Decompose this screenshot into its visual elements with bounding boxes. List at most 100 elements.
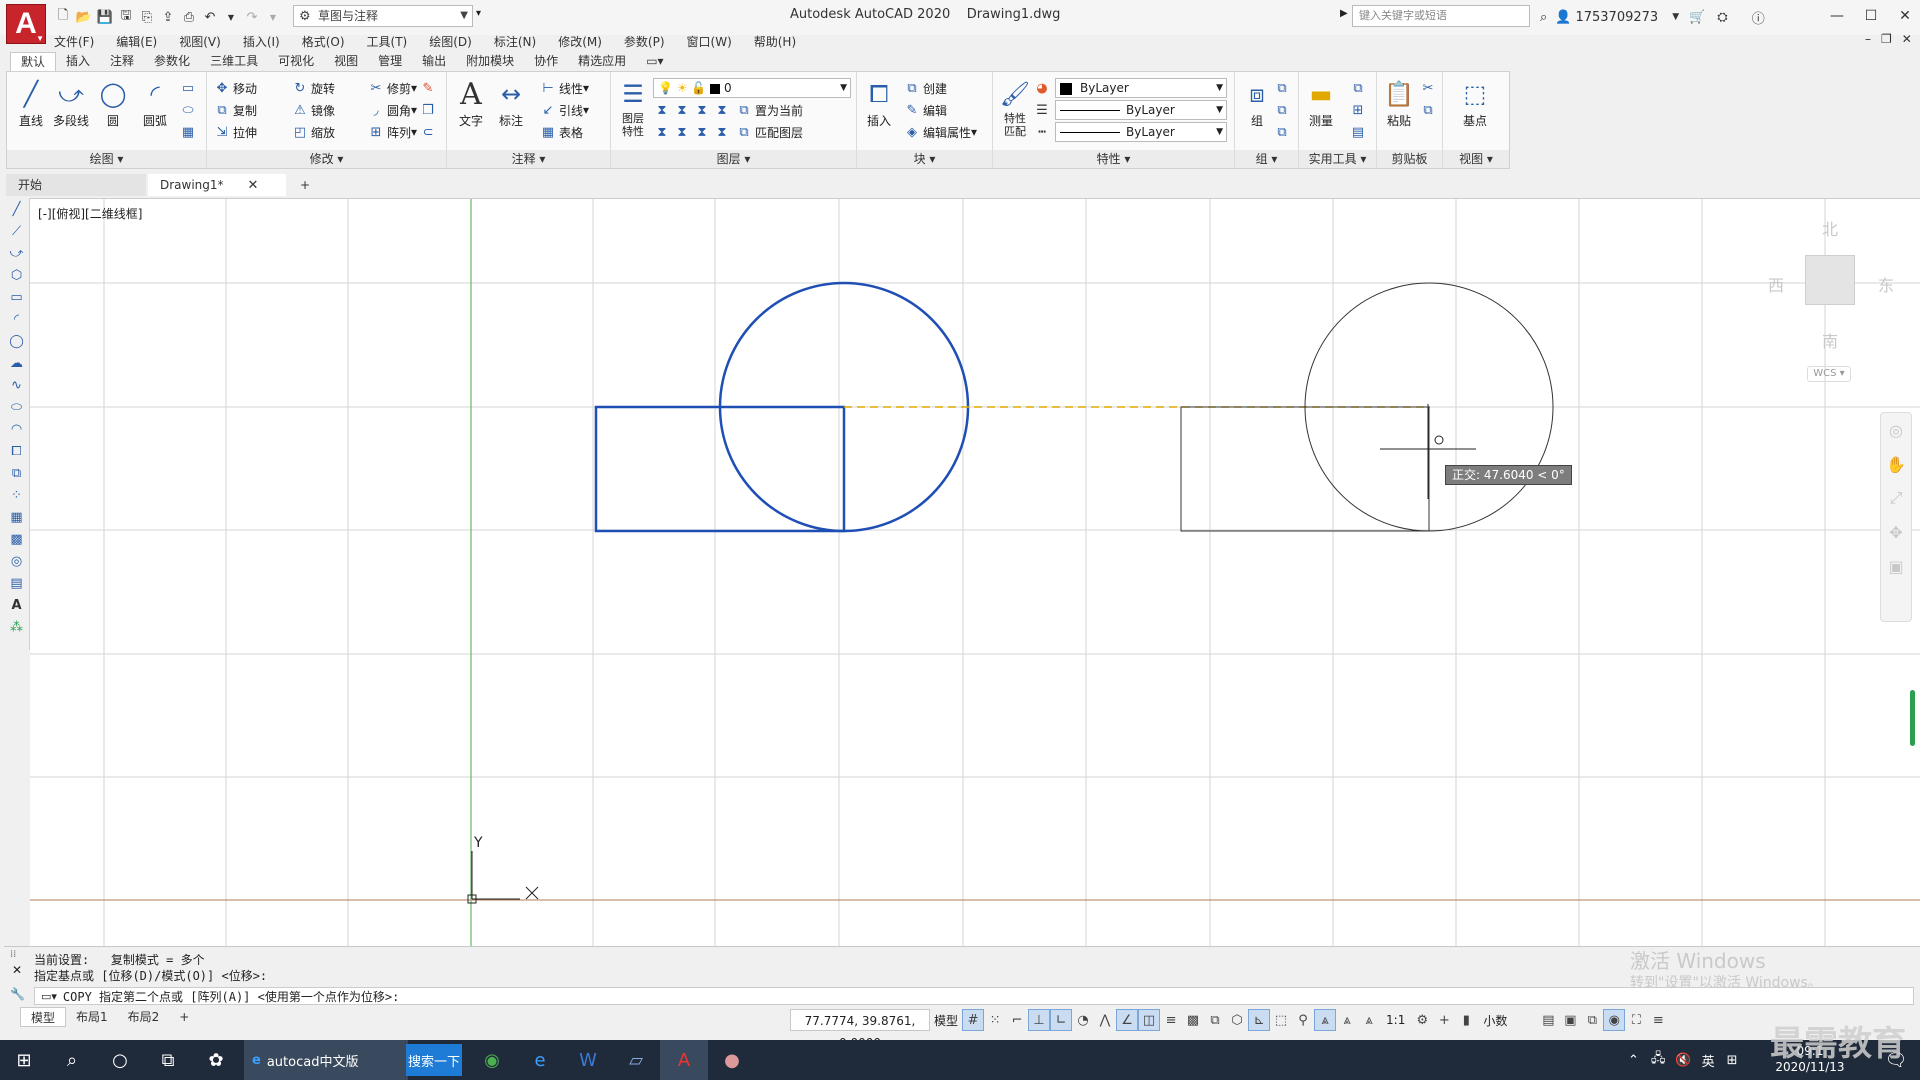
- make-current-button[interactable]: ⧉ 置为当前: [735, 100, 803, 120]
- model-space-toggle[interactable]: 模型: [934, 1012, 958, 1029]
- customize-qat-icon[interactable]: ▾: [476, 8, 481, 19]
- browser-360-icon[interactable]: ◉: [468, 1040, 516, 1080]
- tab-parametric[interactable]: 参数化: [144, 52, 200, 72]
- lock-ui-icon[interactable]: ▣: [1559, 1009, 1581, 1031]
- array-button[interactable]: ⊞ 阵列 ▾: [367, 122, 418, 142]
- keyboard-icon[interactable]: ⊞: [1727, 1053, 1738, 1068]
- annotation-scale[interactable]: 1:1: [1386, 1013, 1405, 1027]
- add-layout-button[interactable]: +: [169, 1007, 199, 1027]
- explode-button[interactable]: ❒: [419, 100, 439, 120]
- table-button[interactable]: ▦ 表格: [539, 122, 583, 142]
- table-icon[interactable]: ▤: [4, 572, 29, 594]
- group-edit-icon[interactable]: ⧉: [1273, 100, 1293, 120]
- coordinate-readout[interactable]: 77.7774, 39.8761, 0.0000: [790, 1009, 930, 1050]
- lineweight-icon[interactable]: ☰: [1033, 100, 1053, 120]
- save-icon[interactable]: 💾: [96, 8, 114, 26]
- wcs-menu[interactable]: WCS ▾: [1807, 366, 1851, 382]
- network-icon[interactable]: 🖧: [1651, 1049, 1666, 1071]
- redo-icon[interactable]: ↷: [243, 8, 261, 26]
- hatch-icon[interactable]: ▦: [4, 506, 29, 528]
- notepad-icon[interactable]: ▱: [612, 1040, 660, 1080]
- panel-title-modify[interactable]: 修改 ▾: [207, 150, 446, 168]
- menu-window[interactable]: 窗口(W): [687, 33, 732, 50]
- ungroup-icon[interactable]: ⧉: [1273, 78, 1293, 98]
- ellipse-icon[interactable]: ⬭: [4, 396, 29, 418]
- tab-insert[interactable]: 插入: [56, 52, 100, 72]
- ellipse-arc-icon[interactable]: ◠: [4, 418, 29, 440]
- cart-icon[interactable]: 🛒: [1689, 10, 1705, 25]
- polygon-icon[interactable]: ⬡: [4, 264, 29, 286]
- zoom-extents-icon[interactable]: ⤢: [1881, 481, 1911, 515]
- showmotion-icon[interactable]: ▣: [1881, 549, 1911, 583]
- gradient-icon[interactable]: ▩: [4, 528, 29, 550]
- rotate-button[interactable]: ↻ 旋转: [291, 78, 335, 98]
- menu-modify[interactable]: 修改(M): [558, 33, 602, 50]
- minimize-icon[interactable]: –: [1865, 32, 1871, 46]
- tab-manage[interactable]: 管理: [368, 52, 412, 72]
- dimension-button[interactable]: ↔ 标注: [491, 76, 531, 129]
- isodraft-icon[interactable]: ⋀: [1094, 1009, 1116, 1031]
- group-button[interactable]: ⧈ 组: [1237, 76, 1277, 129]
- ellipse-button[interactable]: ⬭: [179, 100, 199, 120]
- menu-parametric[interactable]: 参数(P): [624, 33, 665, 50]
- polyline-icon[interactable]: ⤻: [4, 242, 29, 264]
- edit-block-button[interactable]: ✎ 编辑: [903, 100, 947, 120]
- menu-edit[interactable]: 编辑(E): [116, 33, 157, 50]
- match-layer-button[interactable]: ⧉ 匹配图层: [735, 122, 803, 142]
- viewcube-top-face[interactable]: [1805, 255, 1855, 305]
- stretch-button[interactable]: ⇲ 拉伸: [213, 122, 257, 142]
- tab-3d-tools[interactable]: 三维工具: [200, 52, 268, 72]
- make-block-icon[interactable]: ⧉: [4, 462, 29, 484]
- linetype-icon[interactable]: ┅: [1033, 122, 1053, 142]
- panel-title-view[interactable]: 视图 ▾: [1443, 150, 1509, 168]
- clean-screen-icon[interactable]: ⛶: [1625, 1009, 1647, 1031]
- rectangle-button[interactable]: ▭: [179, 78, 199, 98]
- menu-insert[interactable]: 插入(I): [243, 33, 280, 50]
- object-snap-icon[interactable]: ◫: [1138, 1009, 1161, 1031]
- customize-icon[interactable]: ≡: [1647, 1009, 1669, 1031]
- create-block-button[interactable]: ⧉ 创建: [903, 78, 947, 98]
- ime-indicator[interactable]: 英: [1702, 1051, 1715, 1070]
- menu-view[interactable]: 视图(V): [179, 33, 221, 50]
- isolate-objects-icon[interactable]: ⧉: [1581, 1009, 1603, 1031]
- layer-tools-row1[interactable]: ⧗ ⧗ ⧗ ⧗: [653, 100, 733, 120]
- taskbar-search-button[interactable]: 搜索一下: [406, 1044, 462, 1076]
- erase-button[interactable]: ✎: [419, 78, 439, 98]
- auto-scale-icon[interactable]: ⩓: [1336, 1009, 1358, 1031]
- menu-format[interactable]: 格式(O): [302, 33, 345, 50]
- add-selected-icon[interactable]: ⁂: [4, 616, 29, 638]
- trim-button[interactable]: ✂ 修剪 ▾: [367, 78, 418, 98]
- tab-featured-apps[interactable]: 精选应用: [568, 52, 636, 72]
- line-icon[interactable]: ╱: [4, 198, 29, 220]
- quick-select-icon[interactable]: ⧉: [1349, 78, 1369, 98]
- panel-title-properties[interactable]: 特性 ▾: [993, 150, 1234, 168]
- close-icon[interactable]: ✕: [248, 178, 259, 193]
- app-avatar-icon[interactable]: ●: [708, 1040, 756, 1080]
- panel-title-block[interactable]: 块 ▾: [857, 150, 992, 168]
- web-open-icon[interactable]: ⎘: [138, 8, 156, 26]
- polar-tracking-icon[interactable]: ◔: [1072, 1009, 1094, 1031]
- scrollbar-thumb[interactable]: [1910, 690, 1915, 746]
- tab-collaborate[interactable]: 协作: [524, 52, 568, 72]
- group-select-icon[interactable]: ⧉: [1273, 122, 1293, 142]
- user-icon[interactable]: 👤: [1555, 10, 1571, 25]
- plus-icon[interactable]: +: [1433, 1009, 1455, 1031]
- viewcube[interactable]: 北 南 东 西 WCS ▾: [1760, 210, 1910, 390]
- windows-start-icon[interactable]: ⊞: [0, 1040, 48, 1080]
- tab-drawing1[interactable]: Drawing1* ✕: [148, 174, 286, 196]
- tab-annotate[interactable]: 注释: [100, 52, 144, 72]
- color-wheel-icon[interactable]: ◕: [1033, 78, 1053, 98]
- scale-button[interactable]: ◰ 缩放: [291, 122, 335, 142]
- help-icon[interactable]: ⓘ: [1752, 8, 1765, 27]
- autocad-taskbar-icon[interactable]: A: [660, 1040, 708, 1080]
- app-menu-button[interactable]: A ▼: [6, 4, 46, 44]
- snap-toggle-icon[interactable]: ⁙: [984, 1009, 1006, 1031]
- units-icon[interactable]: ▮: [1455, 1009, 1477, 1031]
- object-snap-tracking-icon[interactable]: ∠: [1116, 1009, 1139, 1031]
- tab-home[interactable]: 默认: [10, 52, 57, 72]
- redo-dropdown-icon[interactable]: ▼: [264, 8, 282, 26]
- quick-properties-icon[interactable]: ▤: [1537, 1009, 1559, 1031]
- new-tab-button[interactable]: +: [288, 174, 322, 196]
- offset-button[interactable]: ⊂: [419, 122, 439, 142]
- grip-icon[interactable]: ⁞⁞: [10, 949, 16, 960]
